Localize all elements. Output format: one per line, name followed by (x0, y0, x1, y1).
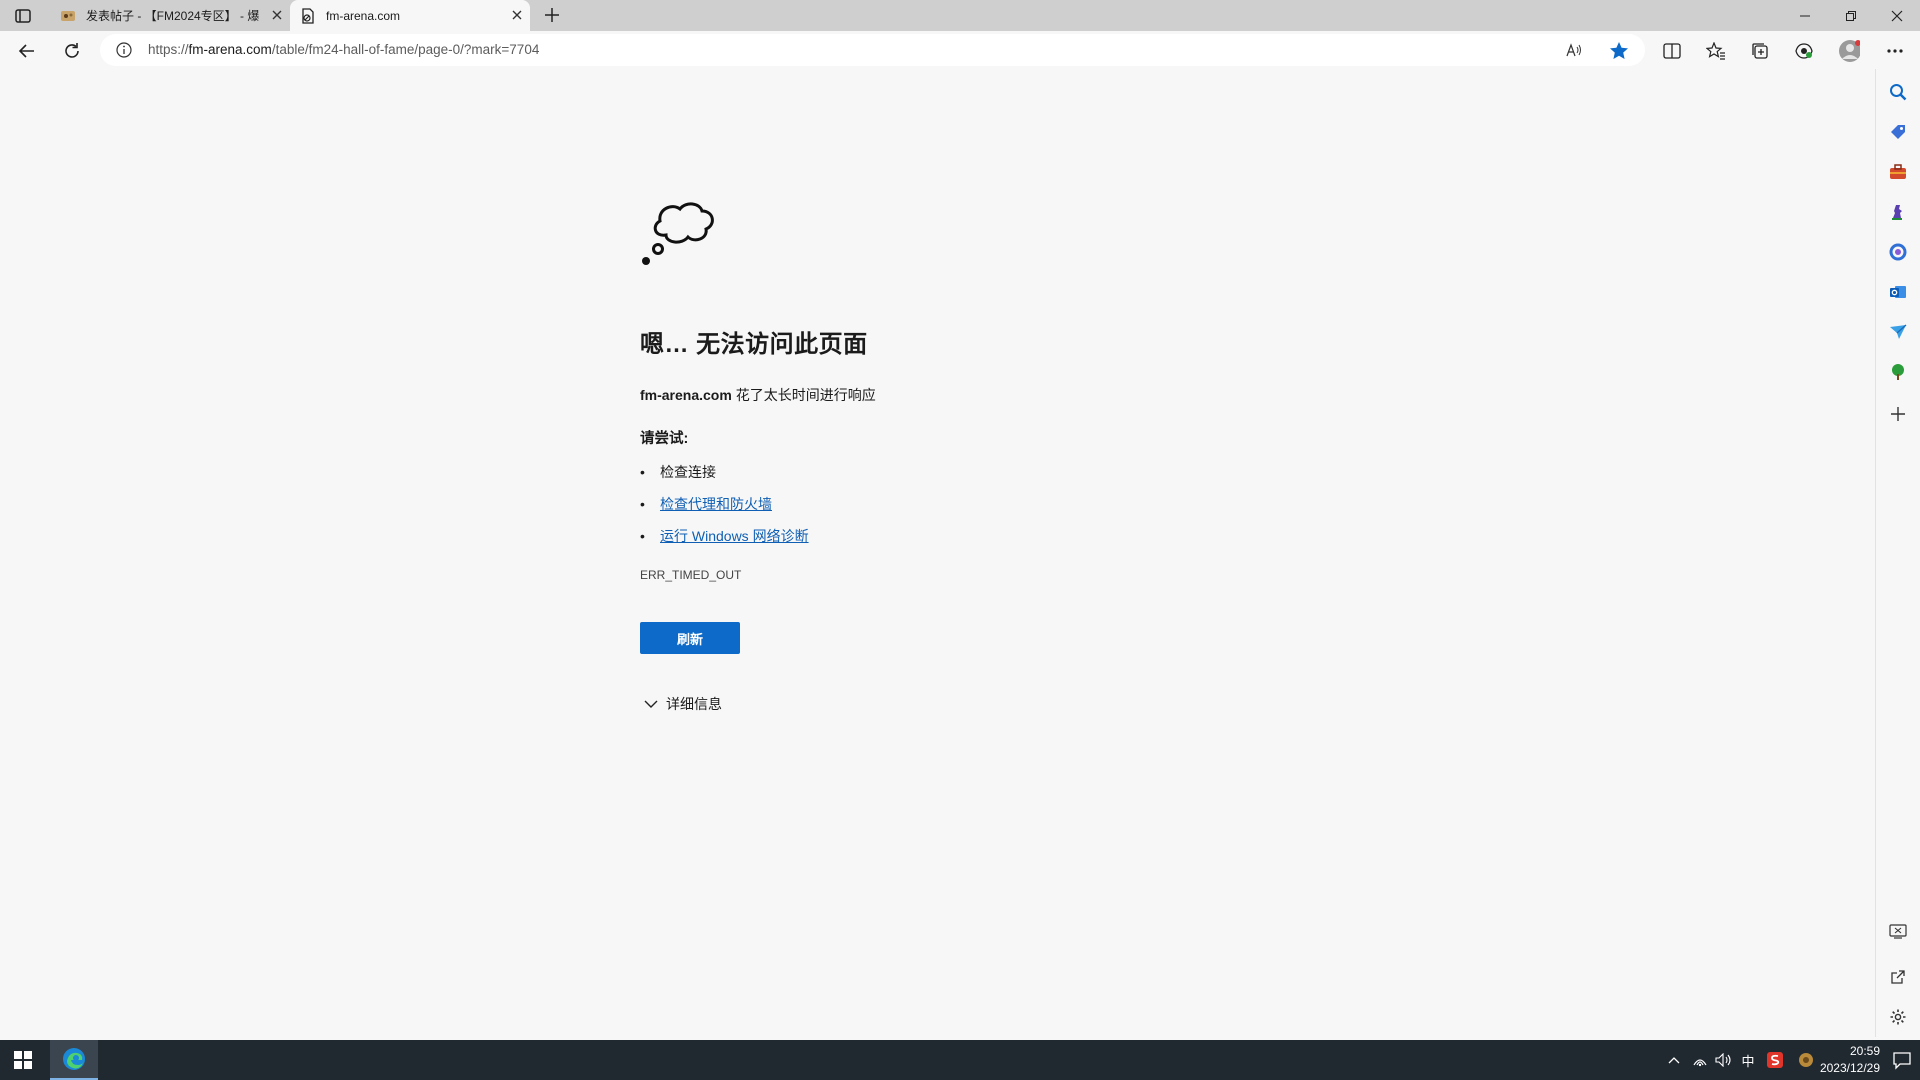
url-host: fm-arena.com (188, 42, 272, 57)
tab-strip: 发表帖子 - 【FM2024专区】 - 爆 fm-arena.com (0, 0, 1920, 31)
tab-actions-icon[interactable] (12, 7, 34, 25)
tray-app-icon[interactable] (1797, 1052, 1815, 1068)
microsoft365-icon[interactable] (1887, 241, 1909, 263)
collections-icon[interactable] (1749, 40, 1771, 62)
taskbar-clock[interactable]: 20:59 2023/12/29 (1820, 1043, 1880, 1077)
url-prefix: https:// (148, 42, 189, 57)
error-message: 花了太长时间进行响应 (731, 387, 876, 403)
drop-send-icon[interactable] (1887, 321, 1909, 343)
thought-cloud-icon (642, 202, 714, 265)
tab-close-icon[interactable] (270, 8, 284, 22)
tab-title: 发表帖子 - 【FM2024专区】 - 爆 (86, 9, 260, 23)
tools-briefcase-icon[interactable] (1887, 161, 1909, 183)
details-label: 详细信息 (666, 696, 722, 712)
error-heading: 嗯… 无法访问此页面 (640, 331, 868, 358)
edge-sidebar (1876, 69, 1920, 1037)
browser-toolbar: https://fm-arena.com/table/fm24-hall-of-… (0, 31, 1920, 69)
outlook-icon[interactable] (1887, 281, 1909, 303)
tray-overflow-chevron-icon[interactable] (1666, 1052, 1682, 1068)
suggestion-list: 检查连接 检查代理和防火墙 运行 Windows 网络诊断 (640, 462, 1140, 558)
back-icon[interactable] (16, 40, 38, 62)
suggestion-check-connection: 检查连接 (640, 462, 1140, 494)
search-icon[interactable] (1887, 81, 1909, 103)
more-options-icon[interactable] (1884, 40, 1906, 62)
tab-forum-post[interactable]: 发表帖子 - 【FM2024专区】 - 爆 (50, 0, 290, 31)
page-content: 嗯… 无法访问此页面 fm-arena.com 花了太长时间进行响应 请尝试: … (4, 69, 1876, 1037)
try-label: 请尝试: (640, 431, 689, 447)
favorites-icon[interactable] (1705, 40, 1727, 62)
network-wifi-icon[interactable] (1692, 1052, 1708, 1068)
edge-logo-icon (63, 1048, 85, 1070)
tree-app-icon[interactable] (1887, 361, 1909, 383)
sogou-input-icon[interactable] (1766, 1052, 1784, 1068)
chevron-down-icon (644, 700, 658, 708)
suggestion-check-proxy: 检查代理和防火墙 (640, 494, 1140, 526)
check-proxy-link[interactable]: 检查代理和防火墙 (660, 496, 772, 512)
forum-favicon-icon (60, 8, 76, 24)
windows-taskbar: 中 20:59 2023/12/29 (0, 1040, 1920, 1080)
error-panel: 嗯… 无法访问此页面 fm-arena.com 花了太长时间进行响应 请尝试: … (640, 199, 1140, 714)
new-tab-icon[interactable] (543, 6, 561, 24)
add-sidebar-app-icon[interactable] (1887, 403, 1909, 425)
site-info-icon[interactable] (116, 42, 132, 58)
games-chess-icon[interactable] (1887, 201, 1909, 223)
refresh-icon[interactable] (61, 40, 83, 62)
open-external-icon[interactable] (1887, 966, 1909, 988)
shopping-tag-icon[interactable] (1887, 121, 1909, 143)
volume-icon[interactable] (1715, 1052, 1733, 1068)
address-url[interactable]: https://fm-arena.com/table/fm24-hall-of-… (148, 42, 539, 57)
favorite-star-icon[interactable] (1609, 41, 1629, 60)
suggestion-run-diagnostics: 运行 Windows 网络诊断 (640, 526, 1140, 558)
browser-essentials-icon[interactable] (1793, 40, 1815, 62)
tab-fm-arena[interactable]: fm-arena.com (290, 0, 530, 31)
clock-date: 2023/12/29 (1819, 1061, 1880, 1075)
tab-title: fm-arena.com (326, 8, 401, 23)
notification-center-icon[interactable] (1892, 1050, 1912, 1070)
suggestion-text: 检查连接 (660, 464, 716, 480)
split-screen-icon[interactable] (1661, 40, 1683, 62)
clock-time: 20:59 (1849, 1044, 1880, 1058)
page-error-favicon-icon (300, 7, 316, 24)
close-window-icon[interactable] (1874, 0, 1920, 31)
sidebar-settings-gear-icon[interactable] (1887, 1006, 1909, 1028)
address-bar[interactable]: https://fm-arena.com/table/fm24-hall-of-… (100, 34, 1645, 66)
url-path: /table/fm24-hall-of-fame/page-0/?mark=77… (271, 42, 540, 57)
minimize-icon[interactable] (1782, 0, 1828, 31)
details-toggle[interactable]: 详细信息 (640, 694, 1140, 714)
refresh-button[interactable]: 刷新 (640, 622, 740, 654)
restore-icon[interactable] (1828, 0, 1874, 31)
tab-close-icon[interactable] (510, 8, 524, 22)
ime-indicator[interactable]: 中 (1739, 1052, 1757, 1069)
taskbar-edge-button[interactable] (50, 1040, 98, 1080)
window-controls (1782, 0, 1920, 31)
read-aloud-icon[interactable] (1565, 42, 1583, 58)
error-description: fm-arena.com 花了太长时间进行响应 (640, 385, 1140, 405)
screenshot-capture-icon[interactable] (1887, 921, 1909, 943)
error-host: fm-arena.com (640, 387, 732, 403)
network-diagnostics-link[interactable]: 运行 Windows 网络诊断 (660, 528, 809, 544)
windows-start-icon[interactable] (14, 1051, 32, 1069)
profile-avatar[interactable] (1838, 40, 1860, 62)
error-code: ERR_TIMED_OUT (640, 568, 742, 582)
